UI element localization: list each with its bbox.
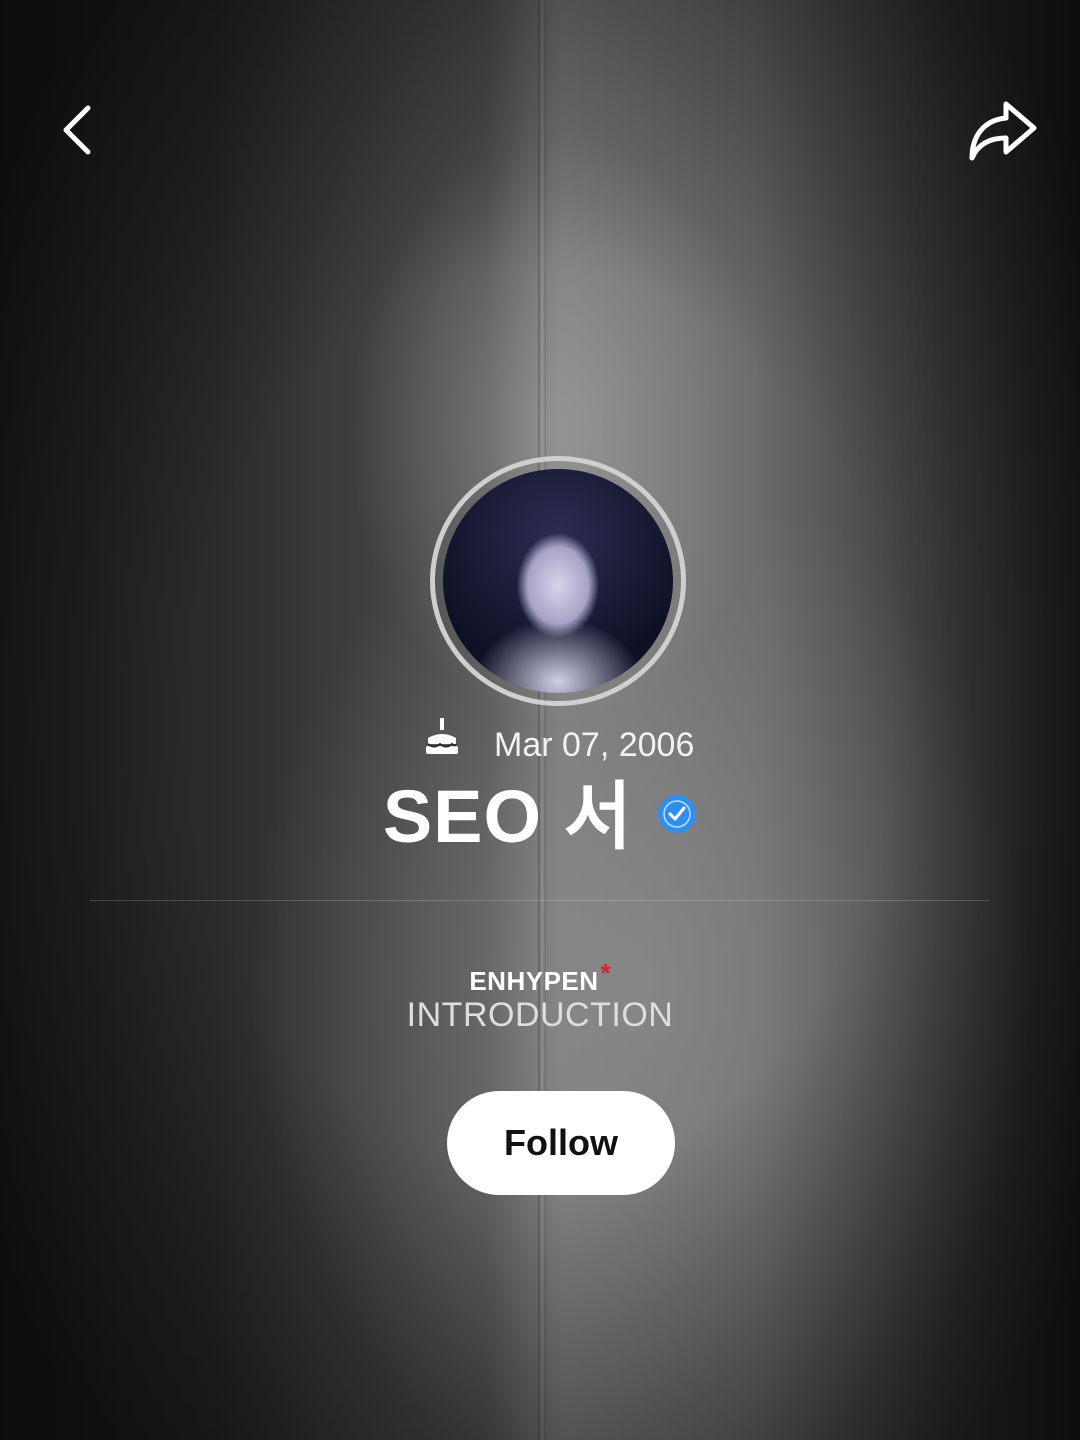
chevron-left-icon <box>63 105 91 155</box>
name-row: SEO 서 <box>0 772 1080 862</box>
birthday-row: Mar 07, 2006 <box>0 718 1080 772</box>
group-row: ENHYPEN* <box>0 958 1080 997</box>
background-vignette <box>0 0 1080 1440</box>
follow-button[interactable]: Follow <box>447 1091 675 1195</box>
avatar[interactable] <box>430 456 686 706</box>
introduction-label: INTRODUCTION <box>406 996 674 1034</box>
back-button[interactable] <box>50 100 110 160</box>
group-mark: * <box>600 958 611 988</box>
birthday-text: Mar 07, 2006 <box>494 726 695 764</box>
divider <box>90 900 990 901</box>
top-bar <box>0 90 1080 180</box>
group-name: ENHYPEN <box>469 966 599 996</box>
profile-screen: Mar 07, 2006 SEO 서 ENHYPEN* INTRODUCTION… <box>0 0 1080 1440</box>
profile-name: SEO 서 <box>382 775 633 858</box>
share-button[interactable] <box>966 98 1040 164</box>
share-icon <box>969 101 1037 161</box>
avatar-photo <box>443 469 673 693</box>
cake-icon <box>426 718 458 754</box>
verified-badge-icon <box>658 795 697 833</box>
